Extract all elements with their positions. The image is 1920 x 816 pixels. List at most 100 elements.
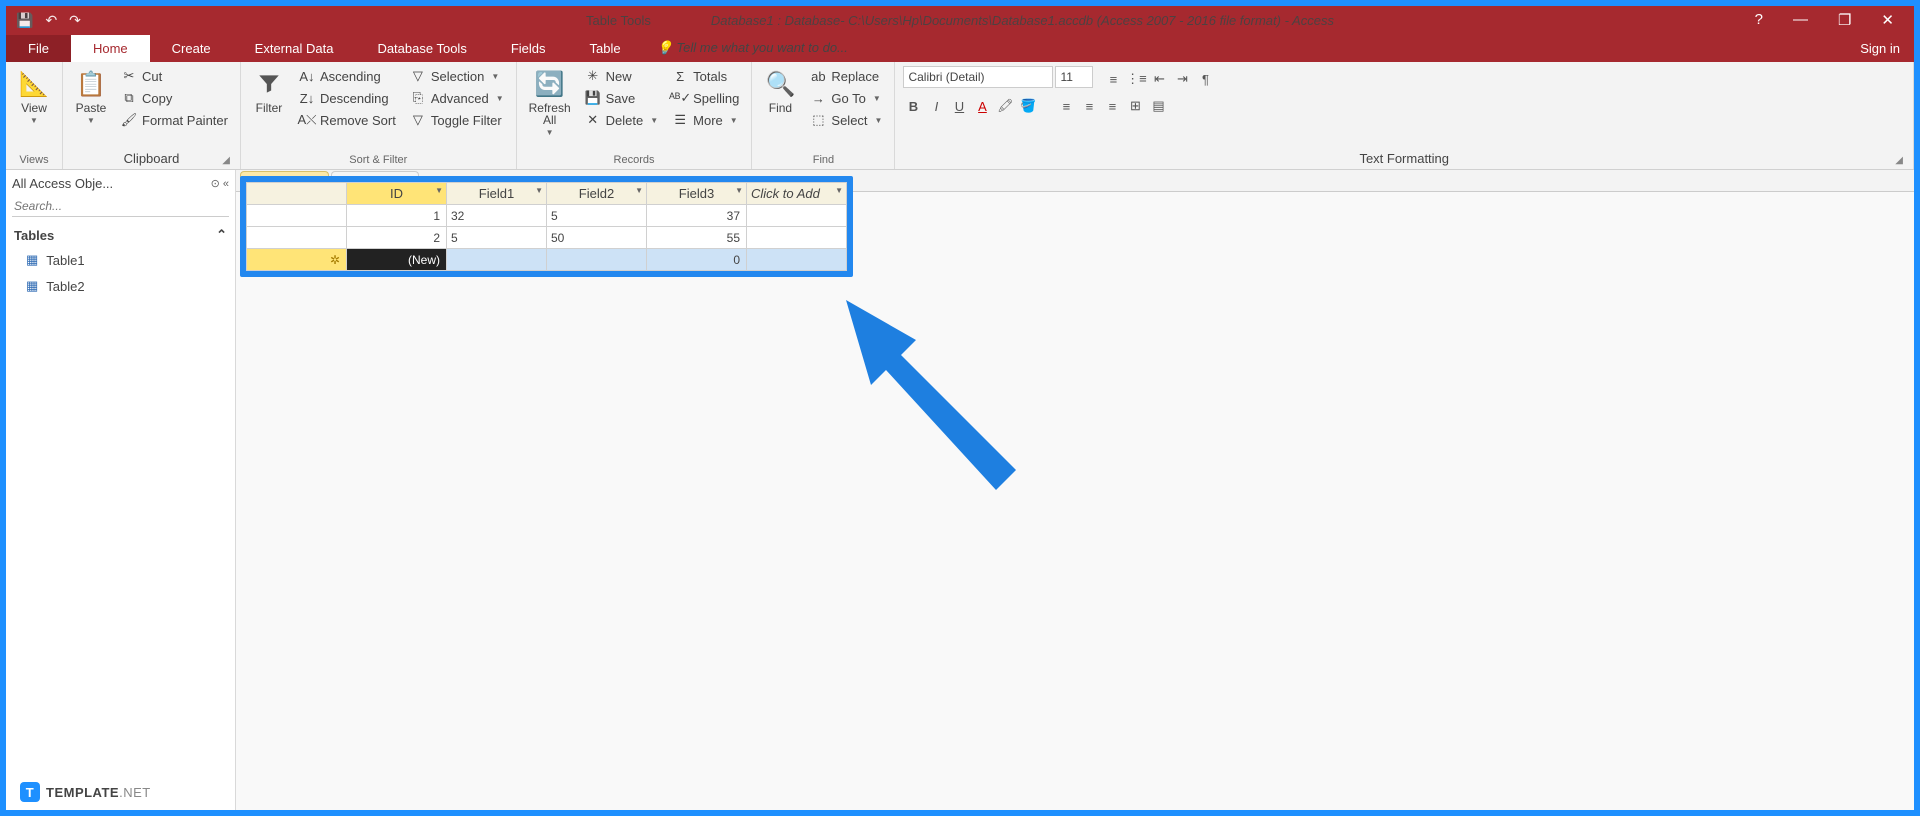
sigma-icon: Σ [672,68,688,84]
bullets-icon[interactable]: ≡ [1103,69,1123,89]
select-all-cell[interactable] [247,183,347,205]
refresh-all-button[interactable]: 🔄 Refresh All ▼ [525,66,575,139]
restore-icon[interactable]: ❐ [1838,11,1851,29]
redo-icon[interactable]: ↷ [69,12,81,29]
remove-sort-button[interactable]: A⤬Remove Sort [295,110,400,130]
totals-button[interactable]: ΣTotals [668,66,743,86]
tab-external-data[interactable]: External Data [233,35,356,62]
filter-button[interactable]: Filter [249,66,289,116]
find-button[interactable]: 🔍 Find [760,66,800,116]
data-row[interactable]: 2 5 50 55 [247,227,847,249]
alternate-row-icon[interactable]: ▤ [1148,96,1168,116]
fill-color-button[interactable]: 🪣 [1018,96,1038,116]
tab-database-tools[interactable]: Database Tools [355,35,488,62]
save-icon: 💾 [585,90,601,106]
font-size-input[interactable] [1055,66,1093,88]
paste-icon: 📋 [75,68,107,100]
nav-pane-title[interactable]: All Access Obje... ⊙ « [12,174,229,193]
datasheet-highlight: ID▼ Field1▼ Field2▼ Field3▼ Click to Add… [240,176,853,277]
watermark: T TEMPLATE.NET [20,782,151,802]
tab-create[interactable]: Create [150,35,233,62]
dialog-launcher-icon[interactable]: ◢ [1895,155,1903,166]
app-window: 💾 ↶ ↷ Table Tools Database1 : Database- … [6,6,1914,810]
ascending-button[interactable]: A↓Ascending [295,66,400,86]
help-icon[interactable]: ? [1755,11,1763,29]
font-color-button[interactable]: A [972,96,992,116]
nav-group-tables[interactable]: Tables⌃ [12,223,229,247]
close-icon[interactable]: ✕ [1881,11,1894,29]
cell: 0 [647,249,747,271]
data-row[interactable]: 1 32 5 37 [247,205,847,227]
more-button[interactable]: ☰More▼ [668,110,743,130]
tab-table[interactable]: Table [568,35,643,62]
goto-button[interactable]: →Go To▼ [806,88,886,108]
decrease-indent-icon[interactable]: ⇤ [1149,69,1169,89]
click-to-add-column[interactable]: Click to Add▼ [747,183,847,205]
font-name-input[interactable] [903,66,1053,88]
brush-icon: 🖌 [121,112,137,128]
nav-item-table1[interactable]: ▦Table1 [12,247,229,273]
underline-button[interactable]: U [949,96,969,116]
delete-icon: ✕ [585,112,601,128]
col-header-field1[interactable]: Field1▼ [447,183,547,205]
chevron-down-icon[interactable]: ⊙ « [211,177,229,190]
title-bar: 💾 ↶ ↷ Table Tools Database1 : Database- … [6,6,1914,34]
table-icon: ▦ [26,278,38,294]
col-header-field2[interactable]: Field2▼ [547,183,647,205]
col-header-field3[interactable]: Field3▼ [647,183,747,205]
scissors-icon: ✂ [121,68,137,84]
cell: 50 [547,227,647,249]
save-icon[interactable]: 💾 [16,12,33,29]
tab-file[interactable]: File [6,35,71,62]
advanced-button[interactable]: ⎘Advanced▼ [406,88,508,108]
nav-item-table2[interactable]: ▦Table2 [12,273,229,299]
dialog-launcher-icon[interactable]: ◢ [222,155,230,166]
new-record-button[interactable]: ✳New [581,66,663,86]
quick-access-toolbar: 💾 ↶ ↷ [6,12,91,29]
datasheet-grid[interactable]: ID▼ Field1▼ Field2▼ Field3▼ Click to Add… [246,182,847,271]
datasheet-view-icon: 📐 [18,68,50,100]
tab-fields[interactable]: Fields [489,35,568,62]
cut-button[interactable]: ✂Cut [117,66,232,86]
text-direction-icon[interactable]: ¶ [1195,69,1215,89]
replace-button[interactable]: abReplace [806,66,886,86]
watermark-logo-icon: T [20,782,40,802]
sign-in-link[interactable]: Sign in [1838,35,1914,62]
select-button[interactable]: ⬚Select▼ [806,110,886,130]
sort-desc-icon: Z↓ [299,90,315,106]
align-center-icon[interactable]: ≡ [1079,96,1099,116]
save-record-button[interactable]: 💾Save [581,88,663,108]
highlight-button[interactable]: 🖍 [995,96,1015,116]
contextual-title: Table Tools [586,13,651,28]
numbering-icon[interactable]: ⋮≡ [1126,69,1146,89]
increase-indent-icon[interactable]: ⇥ [1172,69,1192,89]
gridlines-icon[interactable]: ⊞ [1125,96,1145,116]
new-icon: ✳ [585,68,601,84]
new-record-row[interactable]: ✲ (New) 0 [247,249,847,271]
spelling-button[interactable]: ᴬᴮ✓Spelling [668,88,743,108]
tab-home[interactable]: Home [71,35,150,62]
cell: 55 [647,227,747,249]
minimize-icon[interactable]: — [1793,11,1808,29]
undo-icon[interactable]: ↶ [45,12,57,29]
toggle-filter-button[interactable]: ▽Toggle Filter [406,110,508,130]
copy-icon: ⧉ [121,90,137,106]
selection-button[interactable]: ▽Selection▼ [406,66,508,86]
ribbon-tabs: File Home Create External Data Database … [6,34,1914,62]
delete-record-button[interactable]: ✕Delete▼ [581,110,663,130]
window-title: Database1 : Database- C:\Users\Hp\Docume… [711,13,1334,28]
view-button[interactable]: 📐 View ▼ [14,66,54,127]
tell-me-search[interactable]: 💡 Tell me what you want to do... [643,34,862,62]
nav-search-input[interactable] [12,196,229,217]
descending-button[interactable]: Z↓Descending [295,88,400,108]
align-right-icon[interactable]: ≡ [1102,96,1122,116]
format-painter-button[interactable]: 🖌Format Painter [117,110,232,130]
align-left-icon[interactable]: ≡ [1056,96,1076,116]
italic-button[interactable]: I [926,96,946,116]
paste-button[interactable]: 📋 Paste ▼ [71,66,111,127]
funnel-small-icon: ▽ [410,68,426,84]
copy-button[interactable]: ⧉Copy [117,88,232,108]
bold-button[interactable]: B [903,96,923,116]
content-area: All Access Obje... ⊙ « Tables⌃ ▦Table1 ▦… [6,170,1914,810]
col-header-id[interactable]: ID▼ [347,183,447,205]
